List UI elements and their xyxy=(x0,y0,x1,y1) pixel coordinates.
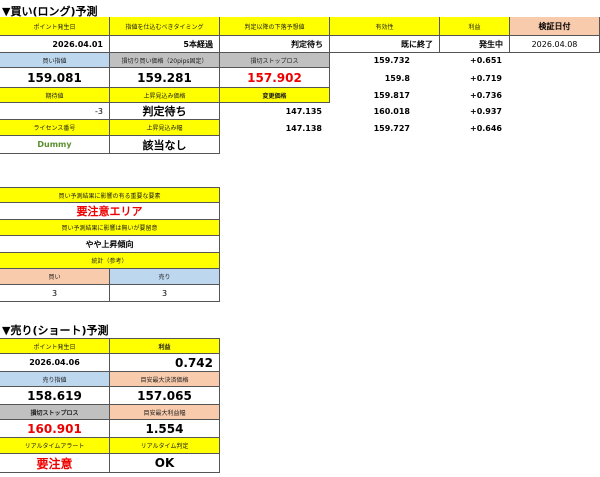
verify-date: 2026.04.08 xyxy=(510,36,600,53)
sell-limit: 158.619 xyxy=(0,387,110,405)
header-validity: 有効性 xyxy=(330,17,440,36)
short-stop: 160.901 xyxy=(0,420,110,438)
stats-buy-count: 3 xyxy=(0,285,110,302)
trend-value: やや上昇傾向 xyxy=(0,236,220,253)
header-short-point-date: ポイント発生日 xyxy=(0,338,110,354)
header-verify-date: 検証日付 xyxy=(510,17,600,36)
target-low: 157.065 xyxy=(110,387,220,405)
lower-forecast-value: 判定待ち xyxy=(220,36,330,53)
header-stats: 統計（参考） xyxy=(0,253,220,269)
short-section-title: ▼売り(ショート)予測 xyxy=(2,324,109,337)
header-max-profit: 目安最大利益幅 xyxy=(110,405,220,420)
header-stats-buy: 買い xyxy=(0,269,110,285)
long-row4-b: 160.018 xyxy=(373,107,410,116)
validity-value: 既に終了 xyxy=(330,36,440,53)
header-shift-price: 変更価格 xyxy=(220,88,330,103)
header-important-factor: 買い予測結果に影響の有る重要な要素 xyxy=(0,187,220,203)
long-row4-x: 147.135 xyxy=(285,107,322,116)
stats-sell-count: 3 xyxy=(110,285,220,302)
header-realtime-alert: リアルタイムアラート xyxy=(0,438,110,454)
profit-status: 発生中 xyxy=(440,36,510,53)
long-row1-c: +0.651 xyxy=(469,56,502,65)
header-realtime-judge: リアルタイム判定 xyxy=(110,438,220,454)
header-trend-note: 買い予測結果に影響は無いが要留意 xyxy=(0,220,220,236)
header-stop-loss: 損切ストップロス xyxy=(220,53,330,68)
header-timing: 指値を仕込むべきタイミング xyxy=(110,17,220,36)
header-expected: 期待値 xyxy=(0,88,110,103)
stop-loss: 157.902 xyxy=(220,68,330,88)
realtime-alert: 要注意 xyxy=(0,454,110,473)
long-row2-c: +0.719 xyxy=(469,73,502,83)
expected-value: -3 xyxy=(0,103,110,120)
header-stats-sell: 売り xyxy=(110,269,220,285)
header-license: ライセンス番号 xyxy=(0,120,110,136)
long-row3-c: +0.736 xyxy=(469,91,502,100)
buy-limit: 159.081 xyxy=(0,68,110,88)
header-profit: 利益 xyxy=(440,17,510,36)
long-row5-b: 159.727 xyxy=(373,123,410,133)
header-target-low: 目安最大決済価格 xyxy=(110,372,220,387)
header-point-date: ポイント発生日 xyxy=(0,17,110,36)
header-sell-limit: 売り指値 xyxy=(0,372,110,387)
header-no-stop-limit: 損切り買い価格（20pips固定） xyxy=(110,53,220,68)
point-date: 2026.04.01 xyxy=(0,36,110,53)
upper-price-status: 判定待ち xyxy=(110,103,220,120)
header-buy-limit: 買い指値 xyxy=(0,53,110,68)
header-short-profit: 利益 xyxy=(110,338,220,354)
no-stop-limit: 159.281 xyxy=(110,68,220,88)
license-value: Dummy xyxy=(0,136,110,154)
header-short-stop: 損切ストップロス xyxy=(0,405,110,420)
max-profit: 1.554 xyxy=(110,420,220,438)
header-lower-forecast: 判定以降の下落予想値 xyxy=(220,17,330,36)
important-factor-value: 要注意エリア xyxy=(0,203,220,220)
header-upper-price: 上昇見込み価格 xyxy=(110,88,220,103)
short-profit: 0.742 xyxy=(110,354,220,372)
long-row5-x: 147.138 xyxy=(285,123,322,133)
short-point-date: 2026.04.06 xyxy=(0,354,110,372)
header-upper-range: 上昇見込み幅 xyxy=(110,120,220,136)
long-row3-a: 159.817 xyxy=(373,91,410,100)
long-row2-a: 159.8 xyxy=(384,73,410,83)
long-row4-c: +0.937 xyxy=(469,107,502,116)
long-row5-c: +0.646 xyxy=(469,123,502,133)
long-row1-a: 159.732 xyxy=(373,56,410,65)
timing-value: 5本経過 xyxy=(110,36,220,53)
upper-range-value: 該当なし xyxy=(110,136,220,154)
realtime-judge: OK xyxy=(110,454,220,473)
